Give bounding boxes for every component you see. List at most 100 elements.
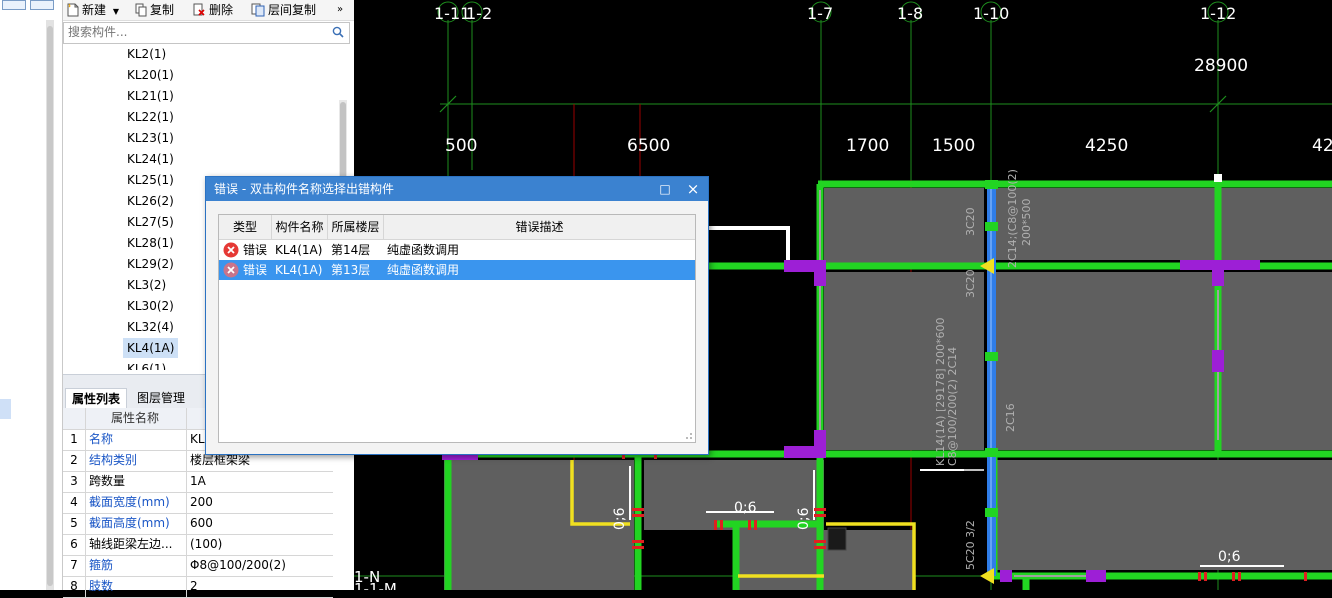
strip-scroll-thumb[interactable]	[47, 26, 53, 586]
toolbar-more-button[interactable]: »	[337, 2, 343, 18]
anno-c8-stirrup: C8@100/200(2) 2C14	[946, 347, 959, 466]
tree-item[interactable]: KL3(2)	[123, 275, 170, 295]
property-name: 结构类别	[89, 453, 138, 467]
property-value[interactable]: Φ8@100/200(2)	[186, 555, 333, 576]
tree-item[interactable]: KL28(1)	[123, 233, 178, 253]
dim-1700: 1700	[846, 136, 889, 156]
property-value[interactable]: 1A	[186, 471, 333, 492]
property-row[interactable]: 8 肢数 2	[63, 576, 333, 598]
property-row-number: 4	[63, 492, 86, 513]
error-description: 纯虚函数调用	[387, 243, 460, 257]
maximize-button[interactable]: □	[656, 180, 674, 198]
tree-item[interactable]: KL4(1A)	[123, 338, 179, 358]
property-row[interactable]: 6 轴线距梁左边... (100)	[63, 534, 333, 556]
tree-item[interactable]: KL24(1)	[123, 149, 178, 169]
anno-2c14: 2C14;(C8@100(2)	[1006, 169, 1019, 268]
dim-total: 28900	[1194, 56, 1248, 76]
tree-item[interactable]: KL2(1)	[123, 44, 170, 64]
anno-2c16: 2C16	[1004, 403, 1017, 432]
left-side-strip	[0, 0, 62, 590]
property-value[interactable]: 2	[186, 576, 333, 597]
new-file-icon	[67, 3, 79, 17]
anno-3c20-b: 3C20	[964, 269, 977, 298]
anno-0-6-d: 0;6	[796, 507, 812, 530]
dim-500: 500	[445, 136, 477, 156]
tree-item[interactable]: KL6(1)	[123, 359, 170, 370]
strip-scrollbar[interactable]	[46, 20, 54, 590]
new-dropdown-icon[interactable]: ▼	[113, 7, 119, 16]
error-table-header: 类型 构件名称 所属楼层 错误描述	[219, 215, 695, 240]
property-name: 肢数	[89, 579, 114, 593]
header-num-cell	[63, 408, 86, 429]
property-value[interactable]: 200	[186, 492, 333, 513]
strip-toolbar-button[interactable]	[2, 0, 26, 10]
property-name: 跨数量	[89, 474, 126, 488]
dialog-titlebar[interactable]: 错误 - 双击构件名称选择出错构件 □ ×	[206, 177, 708, 201]
copy-icon	[135, 3, 147, 17]
property-value[interactable]: 600	[186, 513, 333, 534]
property-row[interactable]: 7 箍筋 Φ8@100/200(2)	[63, 555, 333, 577]
property-name: 截面宽度(mm)	[89, 495, 170, 509]
property-name-header: 属性名称	[110, 411, 159, 425]
error-row[interactable]: 错误 KL4(1A) 第14层 纯虚函数调用	[219, 240, 695, 260]
error-table: 类型 构件名称 所属楼层 错误描述 错误 KL4(1A) 第14层 纯虚函数调用 错误 K…	[218, 214, 696, 443]
dim-42: 42	[1312, 136, 1332, 156]
property-row-number: 6	[63, 534, 86, 555]
close-button[interactable]: ×	[684, 180, 702, 198]
delete-label: 删除	[209, 3, 234, 17]
error-dialog: 错误 - 双击构件名称选择出错构件 □ × 类型 构件名称 所属楼层 错误描述 …	[205, 176, 709, 455]
property-value[interactable]: (100)	[186, 534, 333, 555]
anno-3c20-a: 3C20	[964, 207, 977, 236]
floor-copy-button[interactable]: 层间复制	[251, 2, 316, 18]
dim-1500: 1500	[932, 136, 975, 156]
dim-6500: 6500	[627, 136, 670, 156]
error-row[interactable]: 错误 KL4(1A) 第13层 纯虚函数调用	[219, 260, 695, 280]
tree-item[interactable]: KL27(5)	[123, 212, 178, 232]
tree-item[interactable]: KL25(1)	[123, 170, 178, 190]
tree-item[interactable]: KL20(1)	[123, 65, 178, 85]
tree-item[interactable]: KL22(1)	[123, 107, 178, 127]
new-button[interactable]: 新建 ▼	[67, 2, 119, 18]
property-name: 名称	[89, 432, 114, 446]
property-name: 箍筋	[89, 558, 114, 572]
search-icon[interactable]	[332, 26, 344, 38]
strip-toolbar-button-2[interactable]	[30, 0, 54, 10]
delete-button[interactable]: 删除	[193, 2, 233, 18]
search-box	[63, 22, 350, 44]
property-name: 轴线距梁左边...	[89, 537, 173, 551]
property-row-number: 1	[63, 429, 86, 450]
anno-0-6-b: 0;6	[1218, 549, 1241, 565]
error-icon	[223, 242, 239, 258]
anno-5c20: 5C20 3/2	[964, 520, 977, 570]
col-desc-header: 错误描述	[515, 220, 564, 234]
col-type-header: 类型	[219, 215, 272, 239]
axis-label-1-10: 1-10	[973, 4, 1009, 23]
search-input[interactable]	[64, 23, 327, 41]
tree-item[interactable]: KL30(2)	[123, 296, 178, 316]
axis-label-1-11: 1-11	[434, 4, 470, 23]
tab-layer-management[interactable]: 图层管理	[131, 388, 191, 408]
dialog-title: 错误 - 双击构件名称选择出错构件	[214, 182, 394, 196]
tab-property-list[interactable]: 属性列表	[65, 388, 128, 409]
tree-item[interactable]: KL29(2)	[123, 254, 178, 274]
tree-item[interactable]: KL21(1)	[123, 86, 178, 106]
tree-item[interactable]: KL32(4)	[123, 317, 178, 337]
property-row-number: 3	[63, 471, 86, 492]
property-row[interactable]: 3 跨数量 1A	[63, 471, 333, 493]
copy-button[interactable]: 复制	[135, 2, 174, 18]
axis-label-1-12: 1-12	[1200, 4, 1236, 23]
property-row[interactable]: 5 截面高度(mm) 600	[63, 513, 333, 535]
property-row[interactable]: 4 截面宽度(mm) 200	[63, 492, 333, 514]
floor-copy-icon	[251, 3, 265, 17]
anno-0-6-a: 0;6	[734, 500, 757, 516]
axis-label-1-8: 1-8	[897, 4, 923, 23]
error-floor: 第13层	[331, 263, 371, 277]
resize-grip-icon[interactable]	[685, 432, 693, 440]
error-floor: 第14层	[331, 243, 371, 257]
tree-item[interactable]: KL23(1)	[123, 128, 178, 148]
tree-item[interactable]: KL26(2)	[123, 191, 178, 211]
error-type: 错误	[243, 243, 268, 257]
property-row-number: 7	[63, 555, 86, 576]
error-type: 错误	[243, 263, 268, 277]
delete-icon	[193, 3, 205, 16]
